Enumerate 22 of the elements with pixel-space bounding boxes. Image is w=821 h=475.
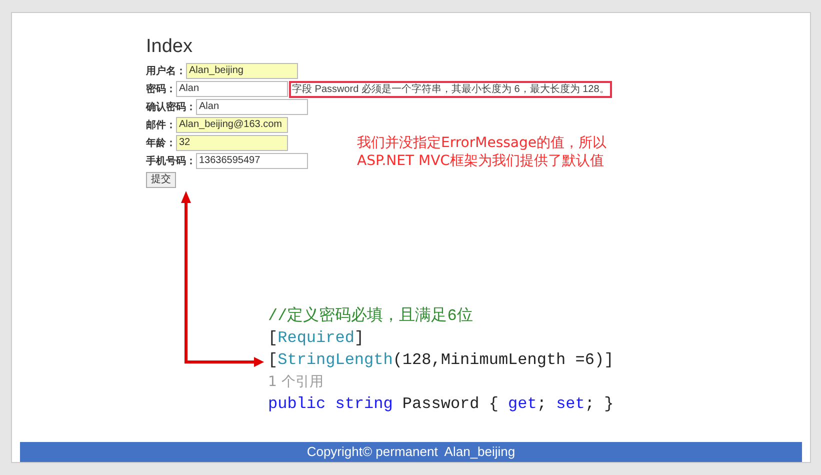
field-label: 年龄： bbox=[146, 136, 176, 150]
code-line: [Required] bbox=[268, 328, 364, 349]
input-field[interactable]: Alan_beijing@163.com bbox=[176, 117, 288, 133]
submit-button[interactable]: 提交 bbox=[146, 172, 176, 188]
field-label: 手机号码： bbox=[146, 154, 196, 168]
code-line: public string Password { get; set; } bbox=[268, 394, 614, 415]
input-field[interactable]: Alan bbox=[176, 81, 288, 97]
field-label: 确认密码： bbox=[146, 100, 196, 114]
page-title: Index bbox=[146, 35, 192, 59]
annotation-text: 我们并没指定ErrorMessage的值，所以 ASP.NET MVC框架为我们提供了默认值 bbox=[357, 134, 606, 170]
field-label: 邮件： bbox=[146, 118, 176, 132]
input-field[interactable]: Alan_beijing bbox=[186, 63, 298, 79]
input-field[interactable]: Alan bbox=[196, 99, 308, 115]
copyright-text: Copyright© permanent Alan_beijing bbox=[306, 443, 516, 462]
input-field[interactable]: 32 bbox=[176, 135, 288, 151]
field-label: 密码： bbox=[146, 82, 176, 96]
code-line: //定义密码必填，且满足6位 bbox=[268, 306, 473, 327]
input-field[interactable]: 13636595497 bbox=[196, 153, 308, 169]
field-label: 用户名： bbox=[146, 64, 186, 78]
validation-error-message: 字段 Password 必须是一个字符串，其最小长度为 6，最大长度为 128。 bbox=[289, 80, 612, 98]
code-line: [StringLength(128,MinimumLength =6)] bbox=[268, 350, 614, 371]
code-line: 1 个引用 bbox=[268, 373, 324, 392]
